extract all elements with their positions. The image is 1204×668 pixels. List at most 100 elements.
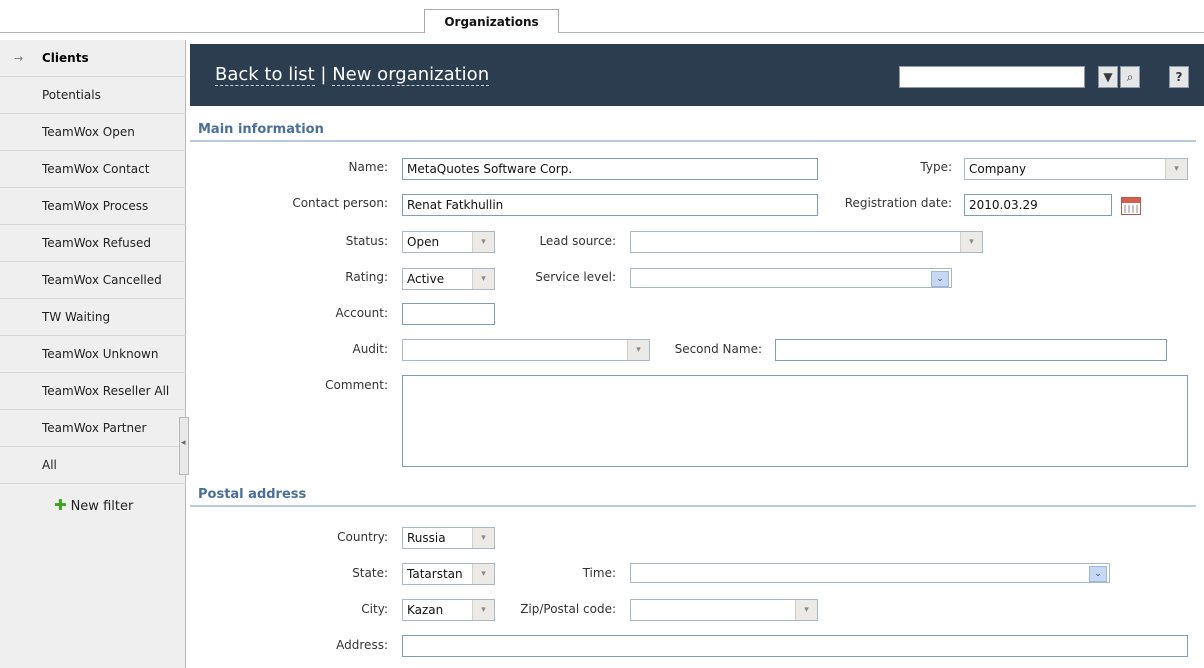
filter-icon: ▼: [1103, 70, 1113, 84]
rating-select[interactable]: Active ▾: [402, 268, 495, 290]
sidebar-item-label: TeamWox Cancelled: [42, 273, 162, 287]
zip-select[interactable]: ▾: [630, 599, 818, 621]
sidebar-item-teamwox-refused[interactable]: TeamWox Refused: [0, 225, 186, 262]
chevron-down-icon[interactable]: ⌄: [1089, 566, 1107, 582]
service-level-select[interactable]: ⌄: [630, 268, 952, 288]
sidebar-item-clients[interactable]: → Clients: [0, 40, 186, 77]
arrow-right-icon: →: [14, 52, 24, 65]
plus-icon: ✚: [54, 496, 67, 514]
second-name-field[interactable]: [775, 339, 1167, 361]
page-title: Back to list | New organization: [215, 64, 490, 86]
status-value: Open: [407, 235, 440, 249]
chevron-down-icon[interactable]: ▾: [960, 232, 982, 252]
page-header: Back to list | New organization ▼ ⌕ ?: [190, 44, 1204, 106]
sidebar-item-potentials[interactable]: Potentials: [0, 77, 186, 114]
city-label: City:: [361, 602, 388, 616]
search-input[interactable]: [899, 66, 1085, 88]
sidebar-item-label: Potentials: [42, 88, 101, 102]
sidebar-item-label: All: [42, 458, 57, 472]
sidebar-item-label: TeamWox Contact: [42, 162, 150, 176]
chevron-down-icon[interactable]: ⌄: [931, 271, 949, 287]
collapse-icon: ◂: [181, 438, 186, 448]
chevron-down-icon[interactable]: ▾: [472, 528, 494, 548]
tab-strip: Organizations: [0, 0, 1204, 40]
address-field[interactable]: [402, 635, 1188, 657]
status-label: Status:: [345, 234, 388, 248]
second-name-label: Second Name:: [674, 342, 762, 356]
country-label: Country:: [337, 530, 388, 544]
state-value: Tatarstan: [407, 567, 463, 581]
address-label: Address:: [336, 638, 388, 652]
sidebar-item-label: TeamWox Refused: [42, 236, 152, 250]
time-select[interactable]: ⌄: [630, 563, 1110, 583]
chevron-down-icon[interactable]: ▾: [472, 600, 494, 620]
sidebar-item-label: TeamWox Unknown: [42, 347, 159, 361]
comment-label: Comment:: [325, 378, 388, 392]
chevron-down-icon[interactable]: ▾: [472, 232, 494, 252]
audit-select[interactable]: ▾: [402, 339, 650, 361]
country-value: Russia: [407, 531, 446, 545]
sidebar-item-teamwox-unknown[interactable]: TeamWox Unknown: [0, 336, 186, 373]
back-to-list-link[interactable]: Back to list: [215, 64, 315, 86]
type-value: Company: [969, 162, 1027, 176]
service-level-label: Service level:: [535, 270, 616, 284]
name-field[interactable]: MetaQuotes Software Corp.: [402, 158, 818, 180]
type-select[interactable]: Company ▾: [964, 158, 1188, 180]
type-label: Type:: [920, 160, 952, 174]
contact-person-field[interactable]: Renat Fatkhullin: [402, 194, 818, 216]
sidebar-item-label: TW Waiting: [42, 310, 111, 324]
sidebar-item-teamwox-reseller-all[interactable]: TeamWox Reseller All: [0, 373, 186, 410]
tab-organizations[interactable]: Organizations: [424, 9, 559, 33]
search-button[interactable]: ⌕: [1120, 66, 1140, 88]
title-separator: |: [320, 64, 327, 85]
account-field[interactable]: [402, 303, 495, 325]
sidebar-item-label: TeamWox Open: [42, 125, 135, 139]
sidebar-collapse-handle[interactable]: ◂: [179, 417, 189, 475]
sidebar-item-teamwox-cancelled[interactable]: TeamWox Cancelled: [0, 262, 186, 299]
chevron-down-icon[interactable]: ▾: [472, 564, 494, 584]
rating-value: Active: [407, 272, 445, 286]
state-label: State:: [352, 566, 388, 580]
time-label: Time:: [582, 566, 616, 580]
registration-date-label: Registration date:: [844, 196, 952, 210]
country-select[interactable]: Russia ▾: [402, 527, 495, 549]
audit-label: Audit:: [352, 342, 388, 356]
name-label: Name:: [348, 160, 388, 174]
comment-field[interactable]: [402, 375, 1188, 467]
lead-source-select[interactable]: ▾: [630, 231, 983, 253]
section-divider: [190, 505, 1196, 507]
help-button[interactable]: ?: [1169, 66, 1189, 88]
chevron-down-icon[interactable]: ▾: [627, 340, 649, 360]
sidebar-item-teamwox-process[interactable]: TeamWox Process: [0, 188, 186, 225]
zip-label: Zip/Postal code:: [520, 602, 616, 616]
main-information-title: Main information: [198, 122, 324, 137]
chevron-down-icon[interactable]: ▾: [1165, 159, 1187, 179]
registration-date-field[interactable]: 2010.03.29: [964, 194, 1112, 216]
city-value: Kazan: [407, 603, 444, 617]
tab-divider: [0, 32, 1204, 33]
chevron-down-icon[interactable]: ▾: [472, 269, 494, 289]
sidebar-item-label: TeamWox Reseller All: [42, 384, 170, 398]
city-select[interactable]: Kazan ▾: [402, 599, 495, 621]
section-divider: [190, 140, 1196, 142]
sidebar-item-teamwox-partner[interactable]: TeamWox Partner: [0, 410, 186, 447]
rating-label: Rating:: [345, 270, 388, 284]
calendar-icon[interactable]: [1121, 197, 1141, 215]
lead-source-label: Lead source:: [539, 234, 616, 248]
new-organization-title: New organization: [332, 64, 490, 86]
sidebar-item-label: TeamWox Partner: [42, 421, 147, 435]
chevron-down-icon[interactable]: ▾: [795, 600, 817, 620]
sidebar-item-all[interactable]: All: [0, 447, 186, 484]
sidebar-item-teamwox-open[interactable]: TeamWox Open: [0, 114, 186, 151]
sidebar: → Clients Potentials TeamWox Open TeamWo…: [0, 40, 186, 668]
sidebar-item-label: TeamWox Process: [42, 199, 149, 213]
sidebar-item-teamwox-contact[interactable]: TeamWox Contact: [0, 151, 186, 188]
new-filter-label: New filter: [70, 499, 134, 514]
sidebar-item-label: Clients: [42, 51, 89, 65]
filter-button[interactable]: ▼: [1098, 66, 1118, 88]
new-filter-button[interactable]: ✚ New filter: [54, 496, 133, 514]
sidebar-item-tw-waiting[interactable]: TW Waiting: [0, 299, 186, 336]
account-label: Account:: [335, 306, 389, 320]
state-select[interactable]: Tatarstan ▾: [402, 563, 495, 585]
status-select[interactable]: Open ▾: [402, 231, 495, 253]
